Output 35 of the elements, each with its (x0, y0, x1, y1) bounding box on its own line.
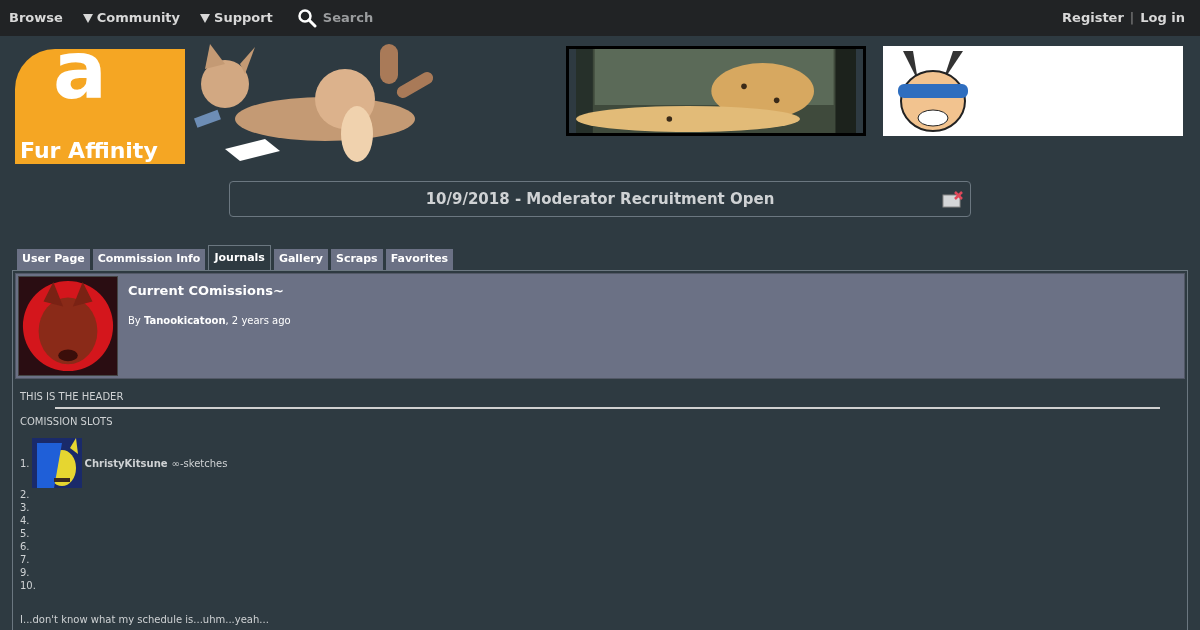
journal-title[interactable]: Current COmissions~ (128, 281, 291, 301)
nav-link[interactable]: Community (82, 8, 181, 28)
slot-number: 6. (20, 540, 30, 553)
nav-link[interactable]: Browse (9, 8, 63, 28)
tab[interactable]: Commission Info (92, 249, 206, 270)
user-link[interactable]: ChristyKitsune (84, 456, 168, 470)
notice-text[interactable]: 10/9/2018 - Moderator Recruitment Open (425, 187, 775, 211)
slot-note: ∞-sketches (171, 456, 228, 470)
nav-link[interactable]: Log in (1140, 8, 1185, 28)
slot-number: 4. (20, 514, 30, 527)
journal-text: I...don't know what my schedule is...uhm...yeah... (20, 614, 270, 626)
tab[interactable]: Gallery (273, 249, 328, 270)
slot-number: 1. (20, 456, 30, 470)
separator: | (1129, 9, 1135, 28)
slot-number: 5. (20, 527, 30, 540)
tab[interactable]: Favorites (385, 249, 454, 270)
section-heading: COMISSION SLOTS (20, 415, 114, 429)
search-link[interactable]: Search (322, 8, 374, 28)
close-icon[interactable] (942, 190, 964, 208)
search-icon (296, 8, 317, 28)
nav-link[interactable]: Register (1062, 8, 1124, 28)
slot-number: 3. (20, 501, 30, 514)
slot-number: 10. (20, 579, 36, 592)
caret-icon (82, 13, 93, 23)
tab[interactable]: User Page (17, 249, 90, 270)
caret-icon (200, 13, 211, 23)
author-link[interactable]: Tanookicatoon (143, 314, 226, 326)
slot-number: 9. (20, 566, 30, 579)
tab[interactable]: Journals (208, 245, 271, 270)
journal-byline: By Tanookicatoon, 2 years ago (128, 313, 291, 328)
slot-number: 7. (20, 553, 30, 566)
nav-link[interactable]: Support (200, 8, 273, 28)
body-heading: THIS IS THE HEADER (20, 390, 125, 404)
slot-number: 2. (20, 488, 30, 501)
tab[interactable]: Scraps (330, 249, 383, 270)
